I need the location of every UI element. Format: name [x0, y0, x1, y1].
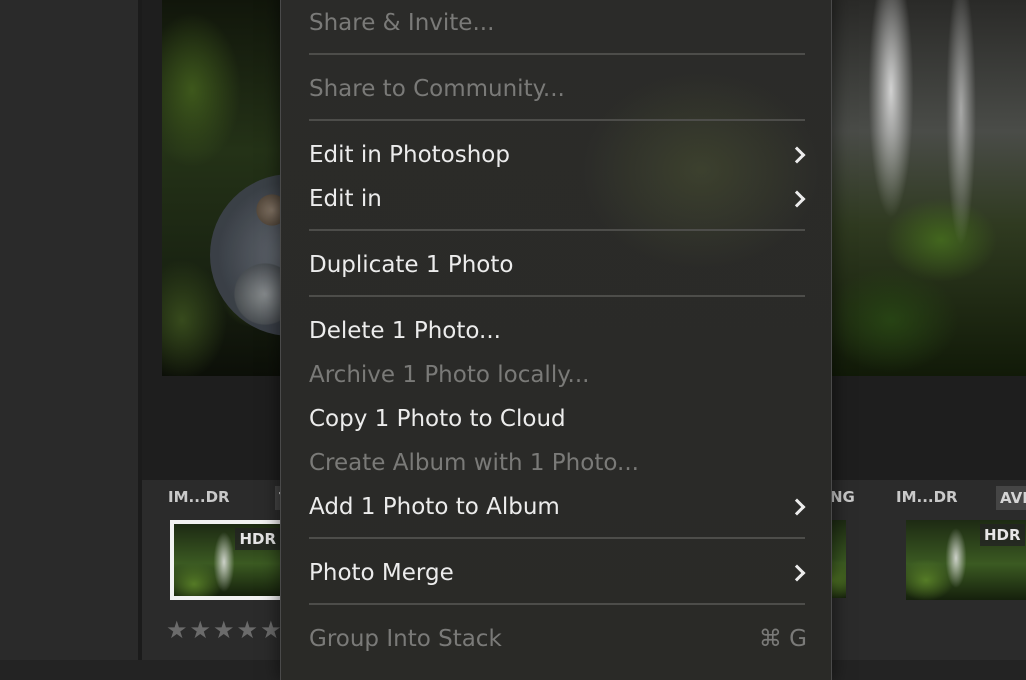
menu-item-copy-to-cloud[interactable]: Copy 1 Photo to Cloud — [309, 401, 807, 437]
filmstrip-thumbnail[interactable]: HDR — [906, 520, 1026, 600]
menu-item-create-album[interactable]: Create Album with 1 Photo... — [309, 445, 807, 481]
chevron-right-icon — [788, 498, 806, 516]
menu-item-label: Share to Community... — [309, 76, 565, 102]
menu-separator — [309, 295, 805, 297]
menu-item-label: Share & Invite... — [309, 10, 495, 36]
menu-item-label: Delete 1 Photo... — [309, 318, 501, 344]
menu-item-label: Duplicate 1 Photo — [309, 252, 514, 278]
keyboard-shortcut: ⌘ G — [758, 626, 807, 652]
menu-item-delete[interactable]: Delete 1 Photo... — [309, 313, 807, 349]
filmstrip-item-label: IM...DR — [168, 488, 230, 506]
menu-separator — [309, 537, 805, 539]
menu-separator — [309, 603, 805, 605]
menu-item-share-community[interactable]: Share to Community... — [309, 71, 807, 107]
star-rating[interactable]: ★★★★★ — [166, 616, 284, 644]
hdr-badge: HDR — [980, 524, 1025, 546]
left-panel — [0, 0, 138, 660]
menu-item-edit-in[interactable]: Edit in — [309, 181, 807, 217]
hdr-badge: HDR — [235, 528, 280, 550]
filmstrip-thumbnail-selected[interactable]: HDR — [170, 520, 284, 600]
filmstrip-tag: AVI — [996, 486, 1026, 510]
app-window: IM...DR T NG IM...DR AVI HDR R HDR ★★★★★… — [0, 0, 1026, 680]
menu-item-label: Photo Merge — [309, 560, 454, 586]
menu-separator — [309, 229, 805, 231]
menu-item-duplicate[interactable]: Duplicate 1 Photo — [309, 247, 807, 283]
menu-item-add-to-album[interactable]: Add 1 Photo to Album — [309, 489, 807, 525]
chevron-right-icon — [788, 190, 806, 208]
menu-separator — [309, 53, 805, 55]
menu-item-label: Edit in — [309, 186, 382, 212]
menu-item-label: Add 1 Photo to Album — [309, 494, 560, 520]
menu-item-archive-locally[interactable]: Archive 1 Photo locally... — [309, 357, 807, 393]
menu-item-group-into-stack[interactable]: Group Into Stack ⌘ G — [309, 621, 807, 657]
menu-item-label: Edit in Photoshop — [309, 142, 510, 168]
menu-item-label: Group Into Stack — [309, 626, 502, 652]
chevron-right-icon — [788, 564, 806, 582]
chevron-right-icon — [788, 146, 806, 164]
menu-item-share-invite[interactable]: Share & Invite... — [309, 5, 807, 41]
menu-item-label: Archive 1 Photo locally... — [309, 362, 590, 388]
menu-item-label: Copy 1 Photo to Cloud — [309, 406, 566, 432]
context-menu: Share & Invite... Share to Community... … — [280, 0, 832, 680]
menu-separator — [309, 119, 805, 121]
menu-item-label: Create Album with 1 Photo... — [309, 450, 639, 476]
photo-preview-right[interactable] — [831, 0, 1026, 376]
filmstrip-item-label: NG — [830, 488, 855, 506]
menu-item-photo-merge[interactable]: Photo Merge — [309, 555, 807, 591]
menu-item-edit-in-photoshop[interactable]: Edit in Photoshop — [309, 137, 807, 173]
filmstrip-item-label: IM...DR — [896, 488, 958, 506]
